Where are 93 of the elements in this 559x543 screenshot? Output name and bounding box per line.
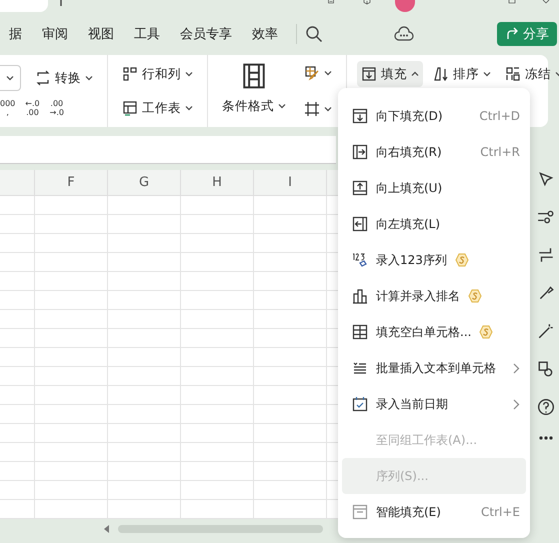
menu-item-label: 向右填充(R)	[376, 144, 442, 160]
menu-item[interactable]: 向上填充(U)	[338, 170, 530, 206]
border-icon	[304, 101, 320, 117]
menu-item-label: 向左填充(L)	[376, 216, 440, 232]
menu-tab[interactable]: 效率	[242, 25, 288, 43]
caret-icon	[185, 105, 193, 111]
menu-item-label: 智能填充(E)	[376, 504, 441, 520]
chevron-right-icon	[513, 398, 520, 410]
table-grid-icon	[352, 324, 368, 340]
menu-item[interactable]: 智能填充(E) Ctrl+E	[338, 494, 530, 530]
caret-icon	[324, 70, 332, 76]
sort-icon	[433, 66, 449, 82]
menu-tab[interactable]: 会员专享	[170, 25, 242, 43]
menu-item-label: 计算并录入排名	[376, 288, 460, 304]
menu-item[interactable]: 向下填充(D) Ctrl+D	[338, 98, 530, 134]
caret-icon	[85, 75, 93, 81]
premium-badge-icon	[468, 289, 482, 303]
menu-item[interactable]: 填充空白单元格...	[338, 314, 530, 350]
more-icon[interactable]	[539, 436, 553, 440]
menu-item-label: 批量插入文本到单元格	[376, 360, 496, 376]
brush-icon	[304, 65, 320, 81]
menu-item-label: 序列(S)...	[376, 468, 428, 484]
premium-badge-icon	[479, 325, 494, 339]
premium-badge-icon	[454, 253, 469, 267]
cloud-icon[interactable]	[394, 26, 414, 42]
column-header[interactable]: F	[35, 170, 108, 195]
ribbon-button[interactable]: 转换	[31, 65, 97, 91]
caret-icon	[185, 71, 193, 77]
smart-fill-icon	[352, 504, 368, 520]
menu-item-label: 录入当前日期	[376, 396, 448, 412]
rank-bars-icon	[352, 288, 368, 304]
wand-icon	[537, 322, 555, 340]
menu-tab[interactable]: 视图	[78, 25, 124, 43]
caret-icon	[6, 75, 14, 81]
menu-item[interactable]: 向左填充(L)	[338, 206, 530, 242]
cursor-icon	[537, 170, 555, 188]
convert-icon	[35, 70, 51, 86]
ribbon-button[interactable]: 条件格式	[218, 93, 290, 119]
swap-icon	[537, 246, 555, 264]
ribbon-button[interactable]: 工作表	[118, 95, 197, 121]
share-button[interactable]: 分享	[497, 22, 557, 46]
menu-tab[interactable]: 审阅	[32, 25, 78, 43]
menu-item[interactable]: 计算并录入排名	[338, 278, 530, 314]
menu-item[interactable]: 录入123序列	[338, 242, 530, 278]
menu-item-label: 填充空白单元格...	[376, 324, 472, 340]
scroll-left-icon[interactable]	[104, 525, 110, 533]
freeze-icon	[505, 66, 521, 82]
caret-icon	[483, 71, 491, 77]
ribbon-button[interactable]: 填充	[357, 61, 423, 87]
search-icon[interactable]	[305, 25, 323, 43]
menu-item-label: 录入123序列	[376, 252, 447, 268]
shortcut-text: Ctrl+R	[480, 145, 520, 159]
chevron-right-icon	[513, 362, 520, 374]
worksheet-icon	[122, 100, 138, 116]
menu-item[interactable]: 向右填充(R) Ctrl+R	[338, 134, 530, 170]
calendar-check-icon	[352, 396, 368, 412]
fill-down-icon	[361, 66, 377, 82]
sliders-icon	[537, 208, 555, 226]
fill-down-icon	[352, 108, 368, 124]
column-header[interactable]: G	[108, 170, 181, 195]
number-format-button[interactable]: ←.0 .00	[25, 99, 40, 117]
caret-icon	[411, 71, 419, 77]
menu-item-label: 至同组工作表(A)...	[376, 432, 478, 448]
brush-icon	[537, 284, 555, 302]
rows-columns-icon	[122, 66, 138, 82]
ribbon-button[interactable]: 行和列	[118, 61, 197, 87]
ribbon-button[interactable]: 冻结	[501, 61, 559, 87]
menu-item[interactable]: 录入当前日期	[338, 386, 530, 422]
number-format-button[interactable]: .00 →.0	[50, 99, 64, 117]
number-format-button[interactable]: 000 ,	[0, 99, 16, 117]
shortcut-text: Ctrl+E	[481, 505, 520, 519]
menu-item-label: 向上填充(U)	[376, 180, 442, 196]
shortcut-text: Ctrl+D	[479, 109, 520, 123]
share-icon	[505, 27, 519, 41]
column-header[interactable]: H	[181, 170, 254, 195]
menu-item-label: 向下填充(D)	[376, 108, 443, 124]
caret-icon	[278, 103, 286, 109]
horizontal-scrollbar[interactable]	[118, 525, 323, 533]
text-lines-icon	[352, 360, 368, 376]
menu-item[interactable]: 批量插入文本到单元格	[338, 350, 530, 386]
caret-icon	[324, 106, 332, 112]
fill-up-icon	[352, 180, 368, 196]
fill-right-icon	[352, 144, 368, 160]
menu-tab[interactable]: 据	[0, 25, 32, 43]
help-icon	[537, 398, 555, 416]
avatar[interactable]	[395, 0, 415, 12]
ribbon-button[interactable]: 排序	[429, 61, 495, 87]
menu-tab[interactable]: 工具	[124, 25, 170, 43]
shapes-icon	[537, 360, 555, 378]
fill-left-icon	[352, 216, 368, 232]
sequence-icon	[352, 252, 368, 268]
column-header[interactable]: I	[254, 170, 327, 195]
conditional-format-icon	[241, 63, 267, 89]
